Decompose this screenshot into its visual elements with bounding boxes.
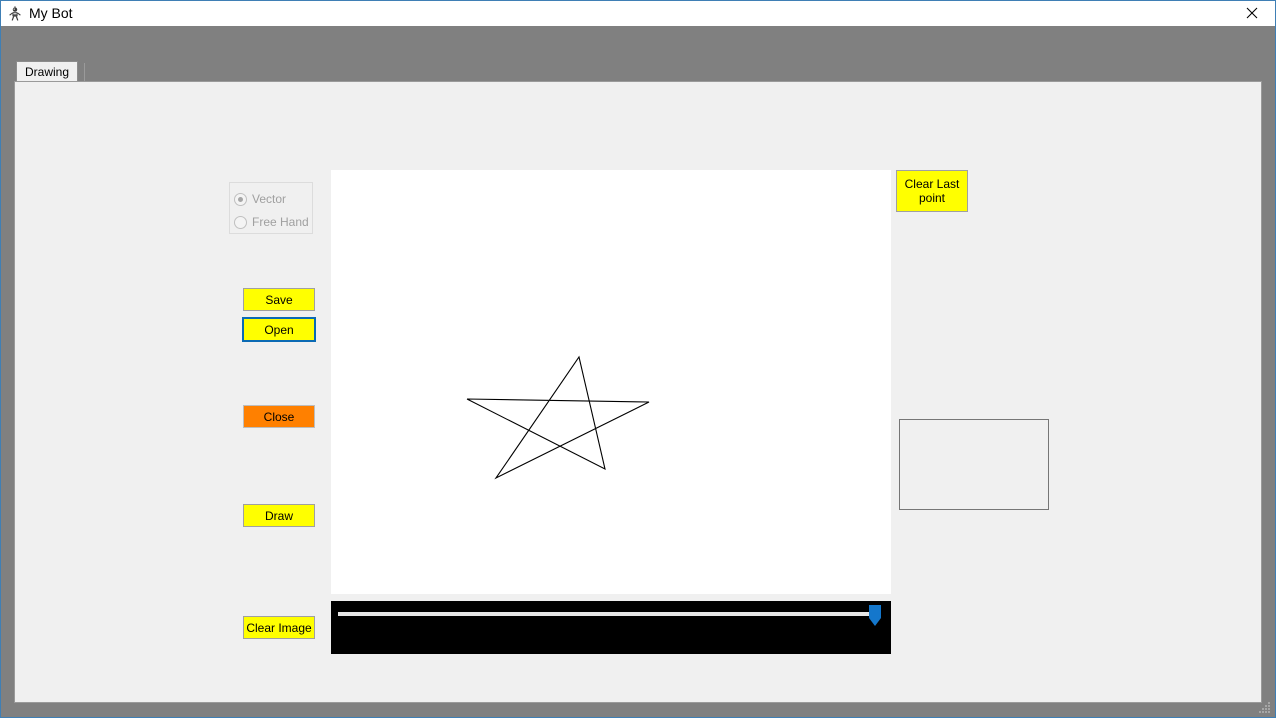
open-button-focus-ring: Open — [242, 317, 316, 342]
close-button[interactable]: Close — [243, 405, 315, 428]
draw-button[interactable]: Draw — [243, 504, 315, 527]
radio-selected-icon — [234, 192, 247, 206]
position-trackbar[interactable] — [331, 601, 891, 654]
radio-vector[interactable]: Vector — [234, 191, 286, 207]
clear-image-button[interactable]: Clear Image — [243, 616, 315, 639]
tab-control: Drawing Vector Free Hand Save Open Close… — [14, 59, 1262, 703]
clear-last-point-button[interactable]: Clear Last point — [896, 170, 968, 212]
radio-free-hand-label: Free Hand — [252, 215, 309, 229]
tab-divider — [84, 63, 85, 81]
output-panel[interactable] — [899, 419, 1049, 510]
mode-groupbox: Vector Free Hand — [229, 182, 313, 234]
clear-last-point-label-line1: Clear Last — [904, 177, 960, 191]
close-icon[interactable] — [1229, 1, 1275, 25]
star-polyline — [466, 355, 650, 480]
drawing-surface — [466, 355, 650, 480]
clear-last-point-label-line2: point — [918, 191, 946, 205]
client-area: Drawing Vector Free Hand Save Open Close… — [1, 26, 1275, 717]
application-window: My Bot Drawing Vector Free Hand Save Ope… — [0, 0, 1276, 718]
radio-unselected-icon — [234, 215, 247, 229]
tab-drawing[interactable]: Drawing — [16, 61, 79, 81]
title-bar: My Bot — [1, 1, 1275, 27]
trackbar-track — [338, 612, 876, 616]
trackbar-thumb[interactable] — [869, 605, 881, 626]
radio-vector-label: Vector — [252, 192, 287, 206]
radio-free-hand[interactable]: Free Hand — [234, 214, 309, 230]
resize-grip[interactable] — [1257, 700, 1271, 714]
drawing-canvas[interactable] — [331, 170, 891, 594]
tab-page-drawing: Vector Free Hand Save Open Close Draw Cl… — [14, 81, 1262, 703]
bot-icon — [7, 6, 23, 22]
open-button[interactable]: Open — [246, 321, 312, 338]
window-title: My Bot — [29, 5, 73, 21]
save-button[interactable]: Save — [243, 288, 315, 311]
